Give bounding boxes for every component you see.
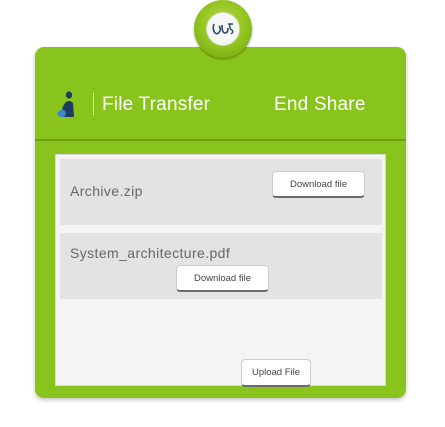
person-icon <box>57 91 74 118</box>
logo-emblem <box>194 0 252 58</box>
logo-glyph <box>212 23 234 35</box>
file-name: Archive.zip <box>70 183 143 199</box>
page-title: File Transfer <box>102 94 211 115</box>
file-row: System_architecture.pdf Download file <box>60 233 382 299</box>
download-file-button[interactable]: Download file <box>272 171 365 198</box>
file-transfer-window: File Transfer End Share Archive.zip Down… <box>0 0 445 427</box>
panel-header: File Transfer End Share <box>35 47 406 151</box>
end-share-button[interactable]: End Share <box>274 94 366 116</box>
logo-icon <box>206 12 240 46</box>
header-divider <box>93 93 94 115</box>
header-separator <box>35 139 406 141</box>
file-name: System_architecture.pdf <box>70 245 231 261</box>
transfer-panel: File Transfer End Share Archive.zip Down… <box>35 47 406 398</box>
download-file-button[interactable]: Download file <box>176 265 269 292</box>
file-row: Archive.zip Download file <box>60 159 382 225</box>
file-list-area: Archive.zip Download file System_archite… <box>55 154 386 387</box>
upload-file-button[interactable]: Upload File <box>241 359 311 387</box>
